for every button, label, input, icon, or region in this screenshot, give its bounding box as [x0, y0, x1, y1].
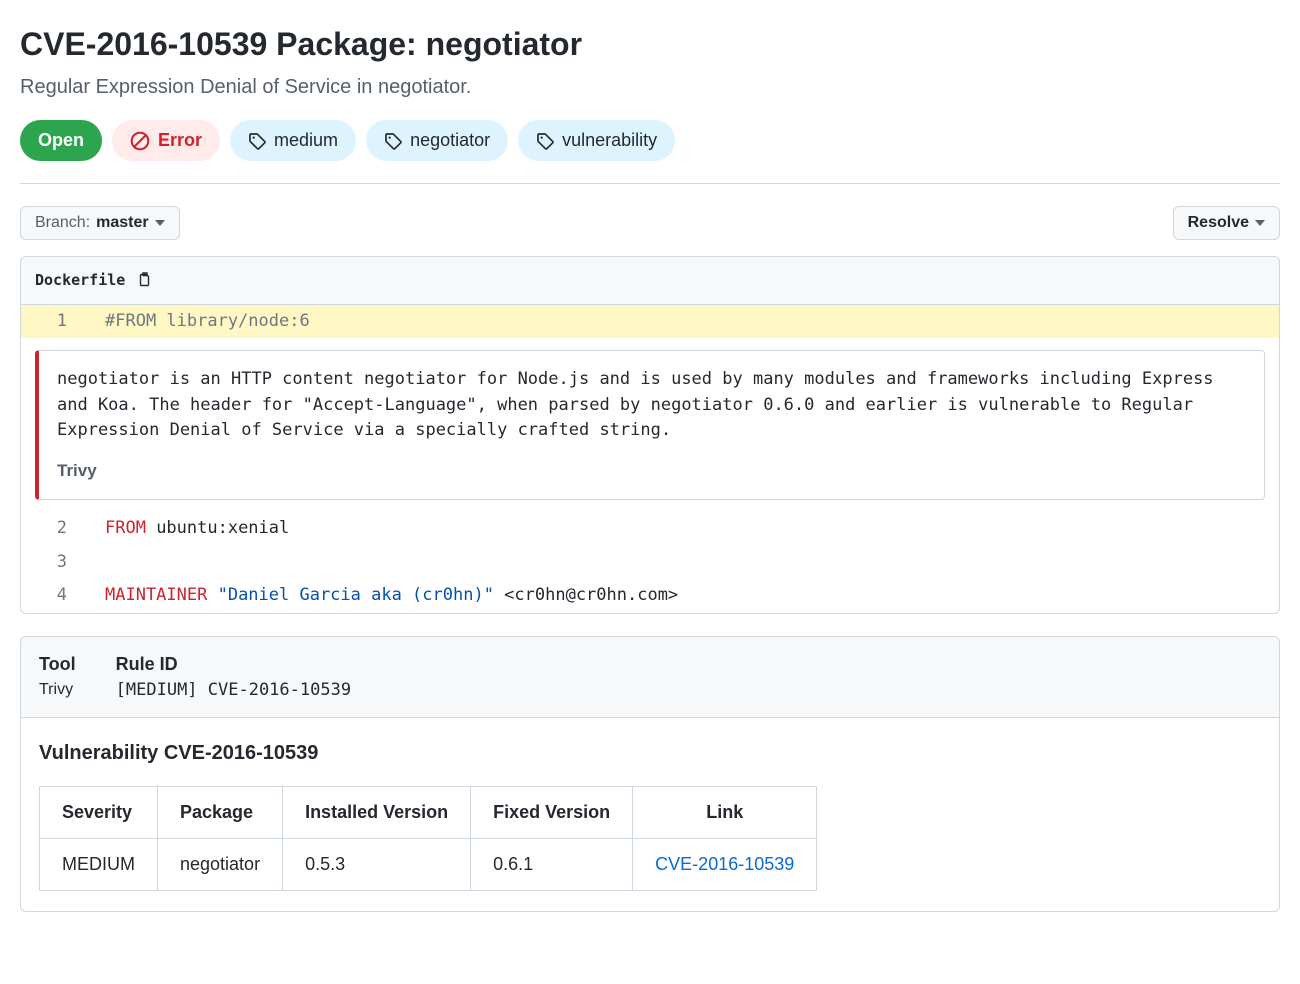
code-line: 1 #FROM library/node:6: [21, 305, 1279, 339]
line-number: 3: [21, 546, 81, 580]
annotation-text: negotiator is an HTTP content negotiator…: [57, 367, 1246, 444]
meta-panel: Tool Trivy Rule ID [MEDIUM] CVE-2016-105…: [20, 636, 1280, 913]
table-header-row: Severity Package Installed Version Fixed…: [40, 787, 817, 839]
vulnerability-title: Vulnerability CVE-2016-10539: [39, 738, 1261, 768]
tag-pill[interactable]: medium: [230, 120, 356, 161]
code-keyword: FROM: [105, 518, 146, 538]
no-entry-icon: [130, 131, 150, 151]
vulnerability-annotation: negotiator is an HTTP content negotiator…: [35, 350, 1265, 500]
page-title: CVE-2016-10539 Package: negotiator: [20, 20, 1280, 68]
code-panel: Dockerfile 1 #FROM library/node:6 negoti…: [20, 256, 1280, 614]
copy-icon[interactable]: [137, 271, 153, 289]
vulnerability-table: Severity Package Installed Version Fixed…: [39, 786, 817, 891]
rule-id-label: Rule ID: [116, 651, 351, 678]
tag-pill[interactable]: negotiator: [366, 120, 508, 161]
cell-installed: 0.5.3: [283, 839, 471, 891]
error-pill-label: Error: [158, 127, 202, 154]
cell-package: negotiator: [158, 839, 283, 891]
annotation-source: Trivy: [57, 458, 1246, 484]
code-text: [81, 546, 1279, 580]
line-number: 4: [21, 579, 81, 613]
page-subtitle: Regular Expression Denial of Service in …: [20, 72, 1280, 102]
code-line: 2 FROM ubuntu:xenial: [21, 512, 1279, 546]
col-package: Package: [158, 787, 283, 839]
divider: [20, 183, 1280, 184]
line-number: 2: [21, 512, 81, 546]
cve-link[interactable]: CVE-2016-10539: [655, 854, 794, 874]
line-number: 1: [21, 305, 81, 339]
code-keyword: MAINTAINER: [105, 585, 207, 605]
cell-severity: MEDIUM: [40, 839, 158, 891]
col-installed: Installed Version: [283, 787, 471, 839]
code-text: ubuntu:xenial: [146, 518, 289, 538]
meta-body: Vulnerability CVE-2016-10539 Severity Pa…: [21, 718, 1279, 911]
caret-down-icon: [1255, 220, 1265, 226]
tag-pill[interactable]: vulnerability: [518, 120, 675, 161]
toolbar: Branch: master Resolve: [20, 206, 1280, 240]
meta-header: Tool Trivy Rule ID [MEDIUM] CVE-2016-105…: [21, 637, 1279, 719]
col-fixed: Fixed Version: [471, 787, 633, 839]
table-row: MEDIUM negotiator 0.5.3 0.6.1 CVE-2016-1…: [40, 839, 817, 891]
resolve-dropdown[interactable]: Resolve: [1173, 206, 1280, 240]
tag-icon: [248, 132, 266, 150]
caret-down-icon: [155, 220, 165, 226]
code-line: 4 MAINTAINER "Daniel Garcia aka (cr0hn)"…: [21, 579, 1279, 613]
code-comment: #FROM library/node:6: [105, 311, 310, 331]
rule-id-value: [MEDIUM] CVE-2016-10539: [116, 678, 351, 704]
resolve-label: Resolve: [1188, 214, 1249, 232]
tool-value: Trivy: [39, 678, 76, 702]
tool-label: Tool: [39, 651, 76, 678]
branch-dropdown[interactable]: Branch: master: [20, 206, 180, 240]
tag-label: vulnerability: [562, 127, 657, 154]
tag-label: medium: [274, 127, 338, 154]
cell-fixed: 0.6.1: [471, 839, 633, 891]
tags-row: Open Error medium negotiator vulnerabili…: [20, 120, 1280, 161]
code-string: "Daniel Garcia aka (cr0hn)": [207, 585, 494, 605]
code-line: 3: [21, 546, 1279, 580]
status-open-badge: Open: [20, 120, 102, 161]
tag-icon: [536, 132, 554, 150]
file-name[interactable]: Dockerfile: [35, 269, 125, 292]
branch-prefix: Branch:: [35, 214, 90, 232]
col-severity: Severity: [40, 787, 158, 839]
code-text: <cr0hn@cr0hn.com>: [494, 585, 678, 605]
code-header: Dockerfile: [21, 257, 1279, 305]
tag-icon: [384, 132, 402, 150]
error-pill[interactable]: Error: [112, 120, 220, 161]
tag-label: negotiator: [410, 127, 490, 154]
branch-value: master: [96, 214, 148, 232]
col-link: Link: [633, 787, 817, 839]
